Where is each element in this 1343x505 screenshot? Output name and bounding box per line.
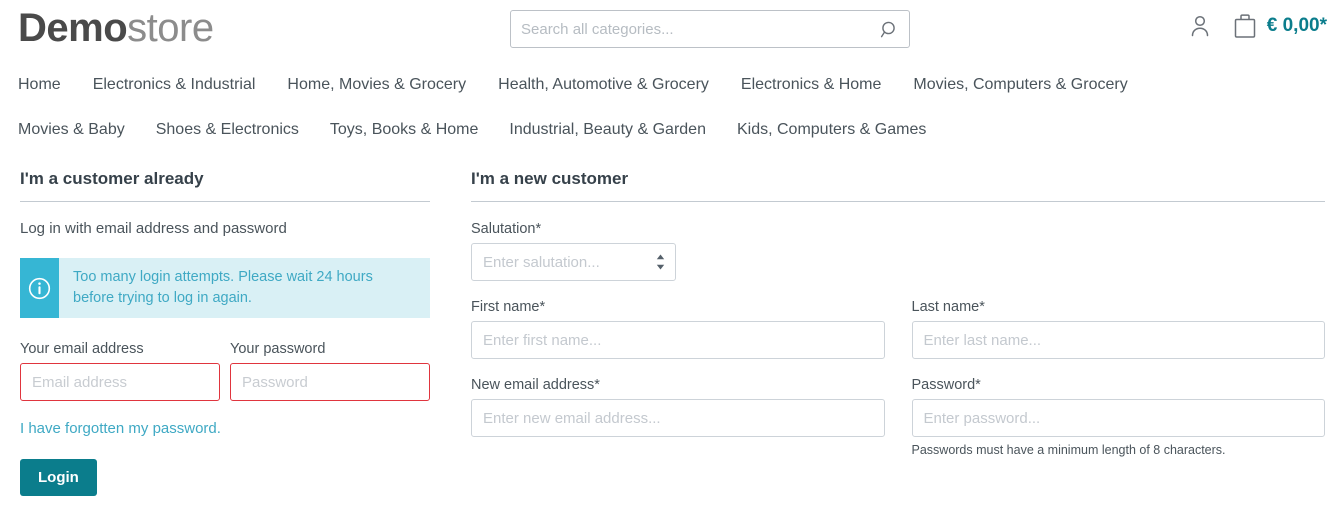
logo-text-bold: Demo <box>18 6 128 50</box>
nav-item-movies-baby[interactable]: Movies & Baby <box>18 121 125 139</box>
login-password-label: Your password <box>230 341 326 357</box>
login-email-input[interactable] <box>20 363 220 401</box>
first-name-label: First name* <box>471 299 546 315</box>
search-icon <box>880 21 895 38</box>
first-name-input[interactable] <box>471 321 885 359</box>
login-email-label: Your email address <box>20 341 144 357</box>
header-actions: € 0,00* <box>1188 12 1327 39</box>
info-circle-icon <box>28 277 51 299</box>
cart-total-amount: € 0,00* <box>1266 14 1327 36</box>
login-fields-row: Your email address Your password <box>20 340 430 401</box>
alert-icon-container <box>20 258 59 318</box>
login-panel-divider <box>20 201 430 202</box>
register-panel-title: I'm a new customer <box>471 169 629 188</box>
nav-item-movies-computers-grocery[interactable]: Movies, Computers & Grocery <box>913 76 1127 94</box>
nav-row-1: Home Electronics & Industrial Home, Movi… <box>0 62 1343 107</box>
site-header: Demostore Search all categories... € 0,0… <box>0 0 1343 57</box>
last-name-input[interactable] <box>911 321 1325 359</box>
nav-item-toys-books-home[interactable]: Toys, Books & Home <box>330 121 479 139</box>
main-navigation: Home Electronics & Industrial Home, Movi… <box>0 62 1343 152</box>
nav-item-health-automotive-grocery[interactable]: Health, Automotive & Grocery <box>498 76 709 94</box>
account-button[interactable] <box>1188 13 1212 39</box>
register-panel-divider <box>471 201 1325 202</box>
new-email-label: New email address* <box>471 377 600 393</box>
nav-row-2: Movies & Baby Shoes & Electronics Toys, … <box>0 107 1343 152</box>
login-panel-subtitle: Log in with email address and password <box>20 220 287 237</box>
last-name-label: Last name* <box>911 299 985 315</box>
salutation-label: Salutation* <box>471 221 542 237</box>
first-name-group: First name* <box>471 298 885 359</box>
last-name-group: Last name* <box>911 298 1325 359</box>
login-panel-title: I'm a customer already <box>20 169 204 188</box>
login-submit-button[interactable]: Login <box>20 459 97 496</box>
shopping-bag-icon <box>1234 14 1256 38</box>
nav-item-electronics-industrial[interactable]: Electronics & Industrial <box>93 76 256 94</box>
salutation-group: Salutation* Enter salutation... <box>471 220 1325 281</box>
nav-item-home[interactable]: Home <box>18 76 61 94</box>
login-alert: Too many login attempts. Please wait 24 … <box>20 258 430 318</box>
cart-button[interactable]: € 0,00* <box>1232 12 1327 39</box>
login-email-group: Your email address <box>20 340 220 401</box>
nav-item-industrial-beauty-garden[interactable]: Industrial, Beauty & Garden <box>509 121 706 139</box>
nav-item-home-movies-grocery[interactable]: Home, Movies & Grocery <box>287 76 466 94</box>
register-password-label: Password* <box>911 377 981 393</box>
search-submit-button[interactable] <box>875 16 905 44</box>
search-input[interactable] <box>511 11 866 47</box>
salutation-select-value[interactable]: Enter salutation... <box>471 243 676 281</box>
login-panel: I'm a customer already Log in with email… <box>20 168 430 496</box>
alert-message: Too many login attempts. Please wait 24 … <box>73 269 373 306</box>
salutation-select[interactable]: Enter salutation... <box>471 243 676 281</box>
credentials-fields-row: New email address* Password* Passwords m… <box>471 376 1325 458</box>
new-email-group: New email address* <box>471 376 885 458</box>
search-bar[interactable] <box>510 10 910 48</box>
register-password-group: Password* Passwords must have a minimum … <box>911 376 1325 458</box>
forgot-password-link[interactable]: I have forgotten my password. <box>20 419 221 439</box>
logo-text-light: store <box>127 6 214 50</box>
register-password-input[interactable] <box>911 399 1325 437</box>
register-password-help: Passwords must have a minimum length of … <box>911 443 1226 457</box>
nav-item-electronics-home[interactable]: Electronics & Home <box>741 76 882 94</box>
login-password-group: Your password <box>230 340 430 401</box>
login-password-input[interactable] <box>230 363 430 401</box>
register-panel: I'm a new customer Salutation* Enter sal… <box>471 168 1325 458</box>
site-logo[interactable]: Demostore <box>18 4 214 52</box>
page-root: Demostore Search all categories... € 0,0… <box>0 0 1343 505</box>
nav-item-shoes-electronics[interactable]: Shoes & Electronics <box>156 121 299 139</box>
account-person-icon <box>1191 15 1209 36</box>
nav-item-kids-computers-games[interactable]: Kids, Computers & Games <box>737 121 926 139</box>
name-fields-row: First name* Last name* <box>471 298 1325 359</box>
new-email-input[interactable] <box>471 399 885 437</box>
